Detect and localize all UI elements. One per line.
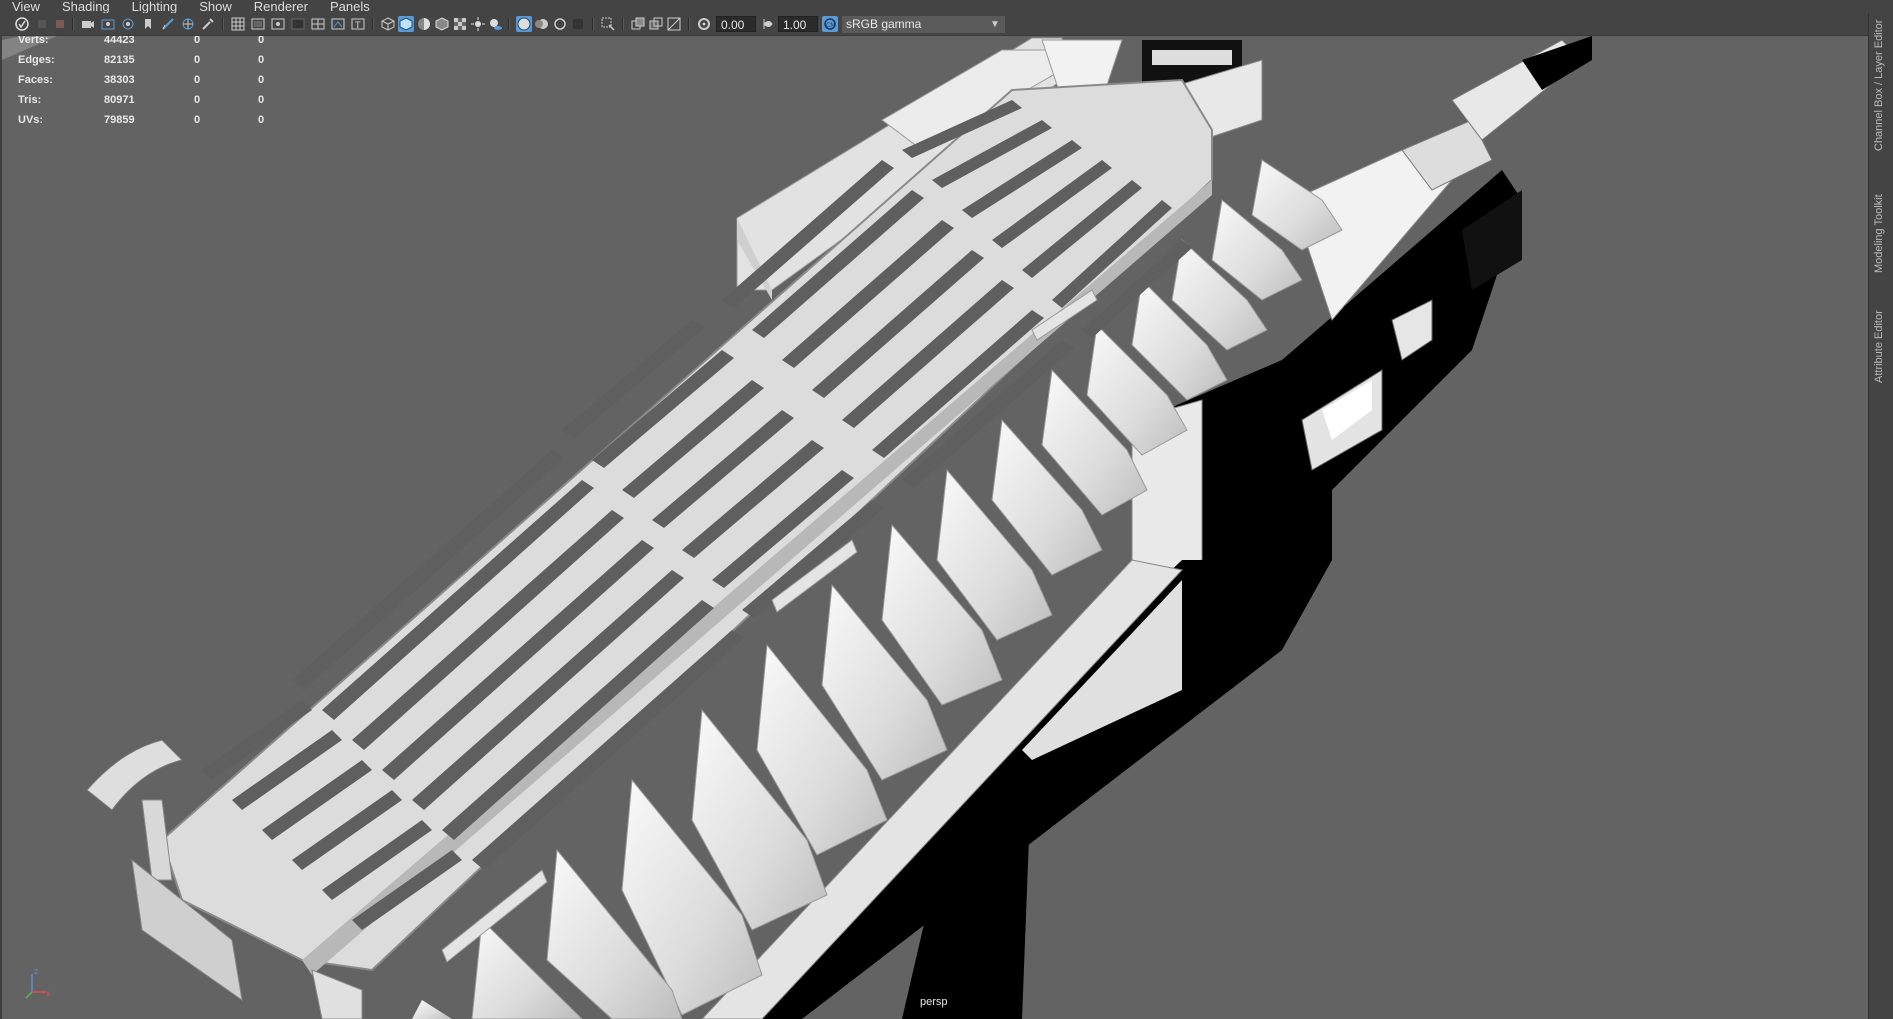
- image-plane-icon[interactable]: [100, 16, 116, 32]
- panel-menu-bar: View Shading Lighting Show Renderer Pane…: [0, 0, 1893, 13]
- gamma-icon[interactable]: [760, 16, 776, 32]
- 3d-viewport[interactable]: Verts: 44423 0 0 Edges: 82135 0 0 Faces:…: [0, 36, 1868, 1019]
- hud-selected: 0: [194, 74, 201, 86]
- wrench-icon[interactable]: [200, 16, 216, 32]
- hud-selected-2: 0: [258, 36, 265, 46]
- svg-text:x: x: [46, 989, 51, 998]
- isolate-select-icon[interactable]: [180, 16, 196, 32]
- hud-total: 44423: [104, 36, 135, 46]
- use-all-lights-icon[interactable]: [470, 16, 486, 32]
- svg-text:z: z: [34, 967, 38, 976]
- safe-title-icon[interactable]: T: [350, 16, 366, 32]
- hud-total: 38303: [104, 74, 135, 86]
- tab-attribute-editor[interactable]: Attribute Editor: [1873, 283, 1885, 383]
- camera-attributes-icon[interactable]: [52, 16, 68, 32]
- xray-joints-icon[interactable]: [648, 16, 664, 32]
- exposure-field[interactable]: 0.00: [716, 16, 756, 32]
- hud-selected-2: 0: [258, 114, 265, 126]
- select-camera-icon[interactable]: [14, 16, 30, 32]
- hud-selected-2: 0: [258, 74, 265, 86]
- svg-text:T: T: [354, 21, 361, 31]
- scene-render: [2, 36, 1592, 1019]
- color-space-dropdown[interactable]: sRGB gamma ▼: [842, 16, 1005, 33]
- hud-selected: 0: [194, 94, 201, 106]
- hud-label: Tris:: [18, 94, 42, 106]
- screen-space-ao-icon[interactable]: [516, 16, 532, 32]
- motion-blur-icon[interactable]: [534, 16, 550, 32]
- color-space-value: sRGB gamma: [846, 17, 922, 31]
- depth-of-field-icon[interactable]: [570, 16, 586, 32]
- lock-camera-icon[interactable]: [34, 16, 50, 32]
- chevron-down-icon: ▼: [990, 19, 1000, 30]
- backface-culling-icon[interactable]: [666, 16, 682, 32]
- bookmark-camera-icon[interactable]: [80, 16, 96, 32]
- tab-modeling-toolkit[interactable]: Modeling Toolkit: [1873, 163, 1885, 273]
- axis-gizmo-icon: z x: [25, 967, 51, 999]
- svg-text:CM: CM: [826, 22, 835, 29]
- hud-total: 80971: [104, 94, 135, 106]
- menu-view[interactable]: View: [0, 0, 50, 13]
- grid-icon[interactable]: [230, 16, 246, 32]
- shadows-icon[interactable]: [488, 16, 504, 32]
- hud-label: Verts:: [18, 36, 49, 46]
- hud-selected-2: 0: [258, 54, 265, 66]
- safe-action-icon[interactable]: [330, 16, 346, 32]
- hud-label: UVs:: [18, 114, 44, 126]
- camera-name-label: persp: [920, 996, 948, 1008]
- menu-lighting[interactable]: Lighting: [120, 0, 188, 13]
- hud-selected-2: 0: [258, 94, 265, 106]
- panel-toolbar: T 0.00 1.00 CM sRGB gamma ▼: [0, 13, 1893, 36]
- wireframe-on-shaded-icon[interactable]: [434, 16, 450, 32]
- textured-icon[interactable]: [452, 16, 468, 32]
- hud-selected: 0: [194, 36, 201, 46]
- film-gate-icon[interactable]: [250, 16, 266, 32]
- grease-pencil-tool-icon[interactable]: [160, 16, 176, 32]
- right-side-tabs: Channel Box / Layer Editor Modeling Tool…: [1868, 13, 1893, 1019]
- gate-mask-icon[interactable]: [290, 16, 306, 32]
- anti-aliasing-icon[interactable]: [552, 16, 568, 32]
- grease-pencil-icon[interactable]: [140, 16, 156, 32]
- menu-show[interactable]: Show: [187, 0, 242, 13]
- hud-total: 79859: [104, 114, 135, 126]
- menu-panels[interactable]: Panels: [318, 0, 380, 13]
- hud-selected: 0: [194, 114, 201, 126]
- menu-renderer[interactable]: Renderer: [242, 0, 318, 13]
- hud-selected: 0: [194, 54, 201, 66]
- 2d-pan-zoom-icon[interactable]: [120, 16, 136, 32]
- exposure-icon[interactable]: [696, 16, 712, 32]
- gamma-field[interactable]: 1.00: [778, 16, 818, 32]
- wireframe-icon[interactable]: [380, 16, 396, 32]
- xray-icon[interactable]: [630, 16, 646, 32]
- isolate-select-view-icon[interactable]: [600, 16, 616, 32]
- resolution-gate-icon[interactable]: [270, 16, 286, 32]
- default-material-icon[interactable]: [416, 16, 432, 32]
- hud-label: Faces:: [18, 74, 53, 86]
- menu-shading[interactable]: Shading: [50, 0, 120, 13]
- field-chart-icon[interactable]: [310, 16, 326, 32]
- view-transform-icon[interactable]: CM: [822, 16, 838, 32]
- tab-channel-box[interactable]: Channel Box / Layer Editor: [1873, 20, 1885, 151]
- hud-total: 82135: [104, 54, 135, 66]
- smooth-shade-icon[interactable]: [398, 16, 414, 32]
- hud-label: Edges:: [18, 54, 55, 66]
